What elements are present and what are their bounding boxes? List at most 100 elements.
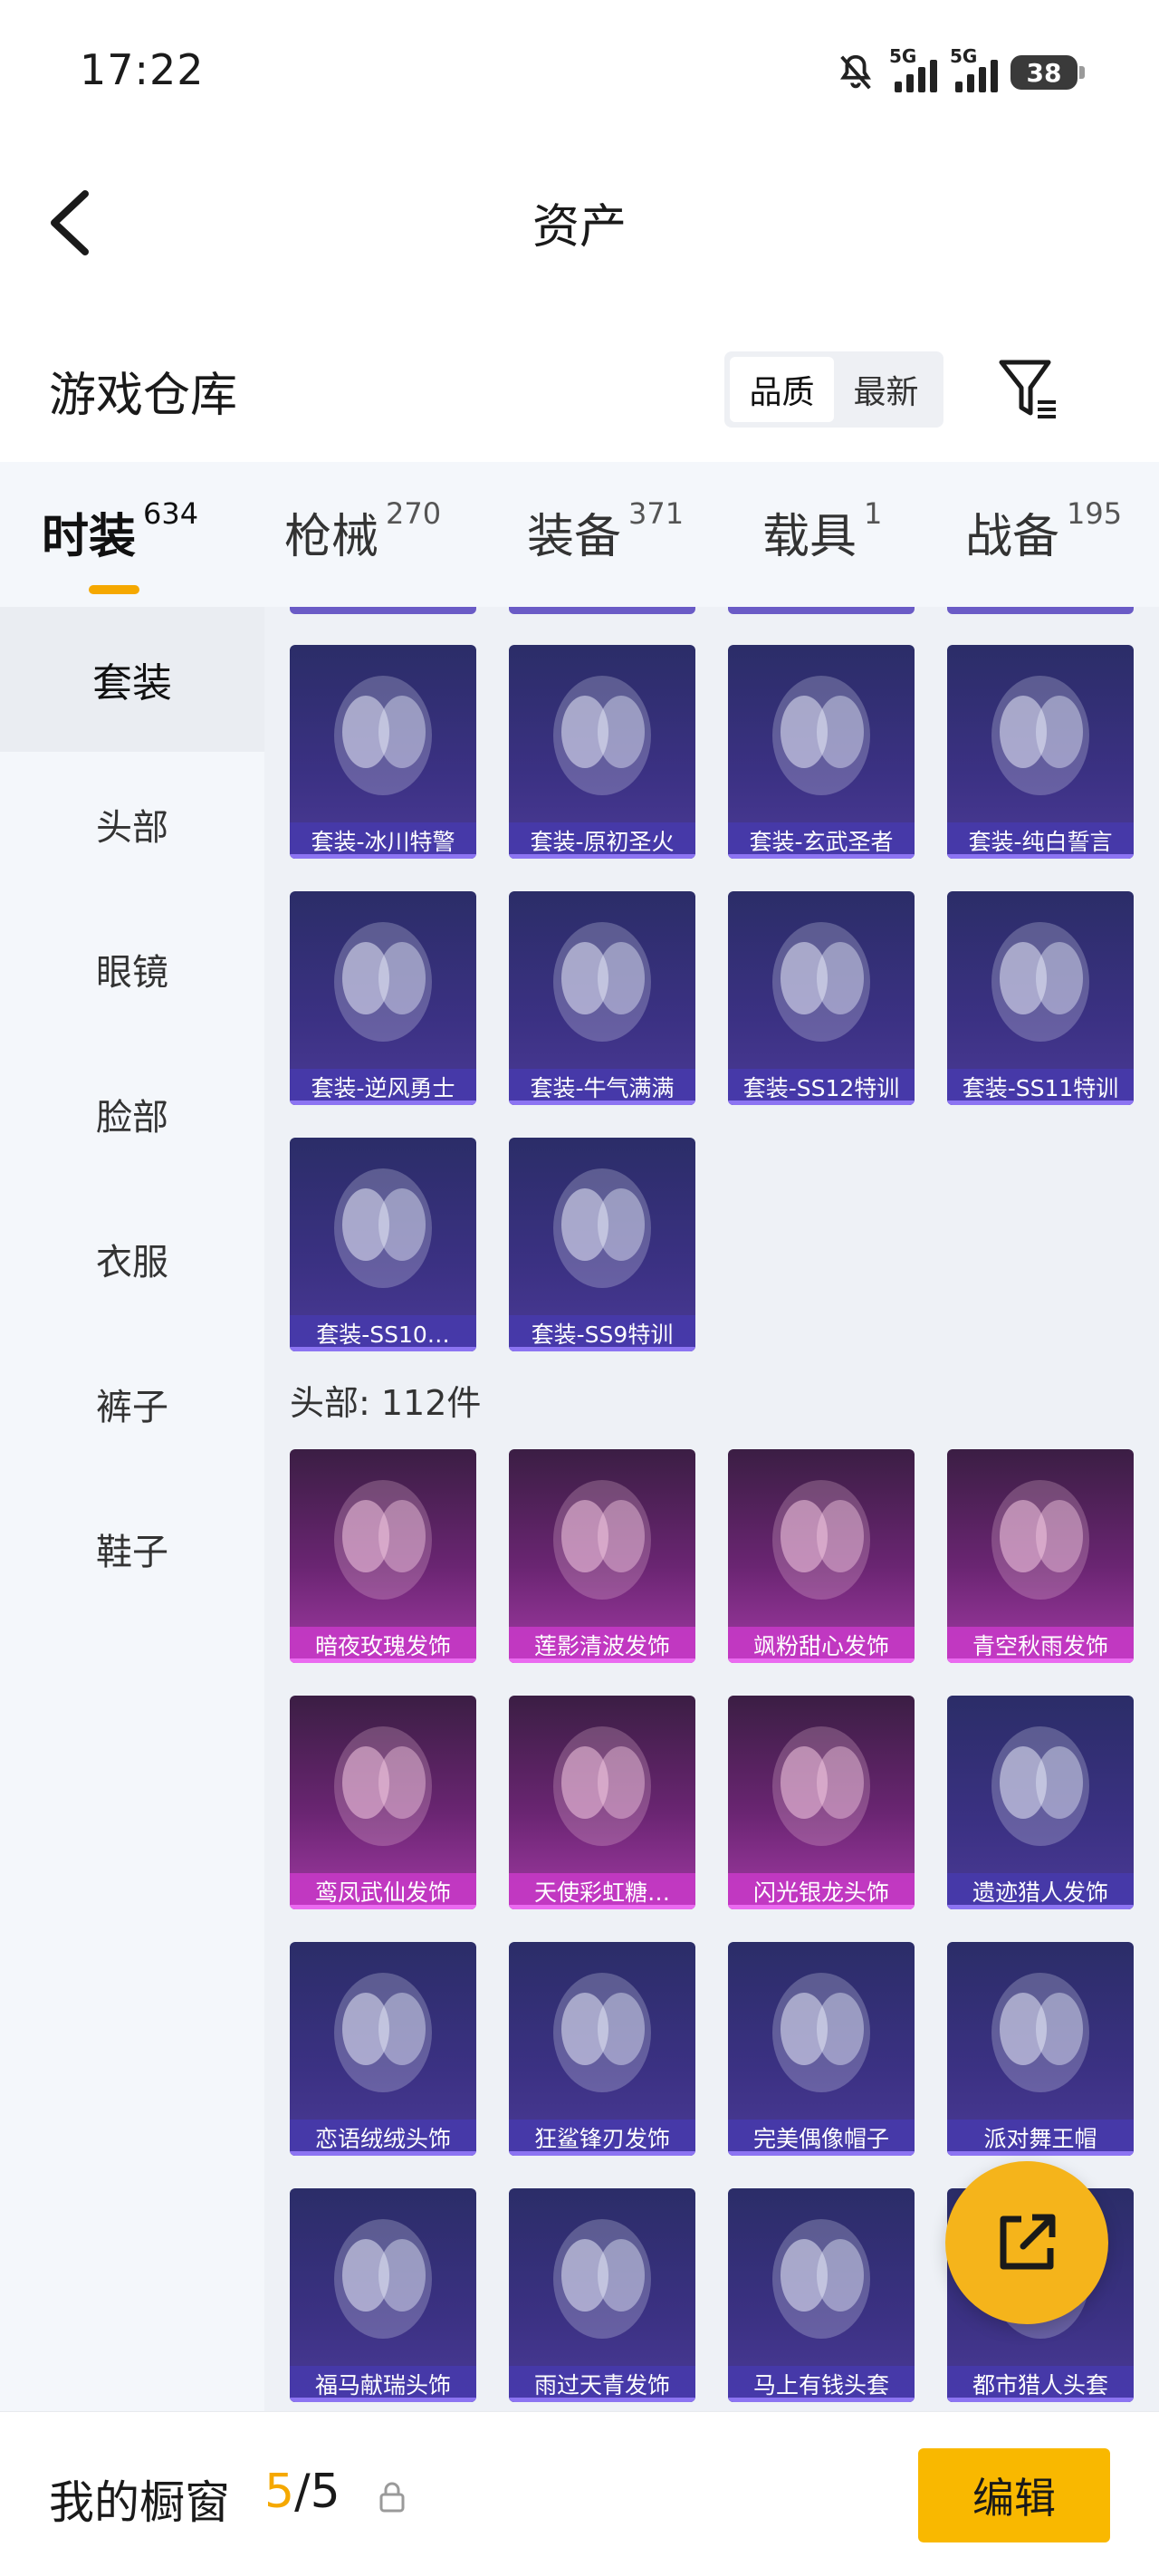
card-edge: [947, 607, 1134, 614]
item-image: [553, 2219, 651, 2339]
tab-fashion[interactable]: 时装 634: [42, 496, 198, 594]
item-card[interactable]: 套装-牛气满满: [509, 891, 695, 1105]
sidebar-item-suits[interactable]: 套装: [0, 607, 264, 752]
status-bar: 17:22 5G 5G 38: [0, 0, 1159, 145]
item-card[interactable]: 完美偶像帽子: [728, 1942, 915, 2156]
item-image: [334, 1168, 432, 1288]
tab-label: 时装: [42, 510, 137, 564]
signal-icon: 5G: [950, 45, 998, 92]
item-card[interactable]: 套装-玄武圣者: [728, 645, 915, 859]
item-name: 套装-纯白誓言: [947, 822, 1134, 859]
item-image: [772, 1726, 870, 1846]
nav-bar: 资产: [0, 145, 1159, 290]
edit-button[interactable]: 编辑: [918, 2448, 1110, 2542]
item-name: 天使彩虹糖…: [509, 1873, 695, 1909]
item-image: [553, 1480, 651, 1600]
item-name: 鸾凤武仙发饰: [290, 1873, 476, 1909]
sort-latest-button[interactable]: 最新: [834, 357, 938, 422]
item-image: [772, 2219, 870, 2339]
item-card[interactable]: 莲影清波发饰: [509, 1449, 695, 1663]
sidebar-item-glasses[interactable]: 眼镜: [0, 897, 264, 1042]
item-name: 套装-SS9特训: [509, 1315, 695, 1351]
item-card[interactable]: 飒粉甜心发饰: [728, 1449, 915, 1663]
item-image: [991, 922, 1089, 1042]
item-image: [334, 1480, 432, 1600]
item-card[interactable]: 天使彩虹糖…: [509, 1696, 695, 1909]
item-name: 套装-SS11特训: [947, 1069, 1134, 1105]
item-name: 马上有钱头套: [728, 2366, 915, 2402]
item-name: 福马献瑞头饰: [290, 2366, 476, 2402]
item-card[interactable]: 套装-原初圣火: [509, 645, 695, 859]
item-name: 套装-玄武圣者: [728, 822, 915, 859]
share-button[interactable]: [945, 2161, 1108, 2324]
item-card[interactable]: 套装-SS9特训: [509, 1138, 695, 1351]
item-card[interactable]: 鸾凤武仙发饰: [290, 1696, 476, 1909]
item-card[interactable]: 套装-冰川特警: [290, 645, 476, 859]
item-image: [334, 1726, 432, 1846]
filter-icon[interactable]: [996, 355, 1061, 424]
item-name: 套装-冰川特警: [290, 822, 476, 859]
tab-count: 195: [1067, 496, 1123, 531]
item-image: [772, 922, 870, 1042]
clock: 17:22: [80, 45, 205, 94]
tab-count: 270: [386, 496, 442, 531]
item-name: 套装-逆风勇士: [290, 1069, 476, 1105]
status-icons: 5G 5G 38: [835, 45, 1085, 100]
item-name: 派对舞王帽: [947, 2119, 1134, 2156]
item-image: [991, 676, 1089, 795]
item-image: [334, 676, 432, 795]
sidebar-item-head[interactable]: 头部: [0, 752, 264, 897]
item-name: 套装-SS12特训: [728, 1069, 915, 1105]
sidebar-item-face[interactable]: 脸部: [0, 1042, 264, 1187]
item-card[interactable]: 狂鲨锋刃发饰: [509, 1942, 695, 2156]
tab-vehicles[interactable]: 载具 1: [762, 496, 882, 566]
item-image: [991, 1973, 1089, 2092]
item-name: 完美偶像帽子: [728, 2119, 915, 2156]
item-name: 青空秋雨发饰: [947, 1627, 1134, 1663]
item-image: [553, 1168, 651, 1288]
item-name: 暗夜玫瑰发饰: [290, 1627, 476, 1663]
category-tabs: 时装 634 枪械 270 装备 371 载具 1 战备 195: [0, 462, 1159, 607]
sidebar-item-pants[interactable]: 裤子: [0, 1331, 264, 1476]
item-image: [991, 1480, 1089, 1600]
tab-weapons[interactable]: 枪械 270: [284, 496, 442, 566]
item-card[interactable]: 套装-SS10…: [290, 1138, 476, 1351]
tab-label: 载具: [762, 510, 857, 564]
tab-equipment[interactable]: 装备 371: [527, 496, 685, 566]
item-name: 莲影清波发饰: [509, 1627, 695, 1663]
item-card[interactable]: 闪光银龙头饰: [728, 1696, 915, 1909]
item-card[interactable]: 马上有钱头套: [728, 2188, 915, 2402]
showcase-used: 5: [264, 2465, 295, 2519]
item-card[interactable]: 福马献瑞头饰: [290, 2188, 476, 2402]
item-card[interactable]: 套装-SS12特训: [728, 891, 915, 1105]
showcase-count: 5/5: [264, 2465, 340, 2519]
item-card[interactable]: 雨过天青发饰: [509, 2188, 695, 2402]
item-image: [334, 1973, 432, 2092]
sidebar-item-shoes[interactable]: 鞋子: [0, 1476, 264, 1621]
item-card[interactable]: 遗迹猎人发饰: [947, 1696, 1134, 1909]
bell-muted-icon: [840, 54, 871, 90]
item-card[interactable]: 青空秋雨发饰: [947, 1449, 1134, 1663]
item-card[interactable]: 套装-逆风勇士: [290, 891, 476, 1105]
item-card[interactable]: 套装-纯白誓言: [947, 645, 1134, 859]
tab-label: 战备: [965, 510, 1060, 564]
showcase-label: 我的橱窗: [49, 2476, 230, 2529]
item-image: [772, 676, 870, 795]
battery-icon: 38: [1011, 55, 1085, 90]
item-image: [991, 1726, 1089, 1846]
item-card[interactable]: 恋语绒绒头饰: [290, 1942, 476, 2156]
sidebar-item-clothes[interactable]: 衣服: [0, 1187, 264, 1331]
sort-toggle: 品质 最新: [724, 351, 943, 428]
card-edge: [290, 607, 476, 614]
item-card[interactable]: 暗夜玫瑰发饰: [290, 1449, 476, 1663]
sidebar: 套装 头部 眼镜 脸部 衣服 裤子 鞋子: [0, 607, 264, 2418]
card-edge: [509, 607, 695, 614]
tab-supplies[interactable]: 战备 195: [965, 496, 1123, 566]
item-name: 飒粉甜心发饰: [728, 1627, 915, 1663]
share-external-icon: [1000, 2214, 1056, 2270]
sort-quality-button[interactable]: 品质: [730, 357, 834, 422]
tab-count: 371: [628, 496, 685, 531]
item-card[interactable]: 派对舞王帽: [947, 1942, 1134, 2156]
item-card[interactable]: 套装-SS11特训: [947, 891, 1134, 1105]
item-image: [334, 922, 432, 1042]
